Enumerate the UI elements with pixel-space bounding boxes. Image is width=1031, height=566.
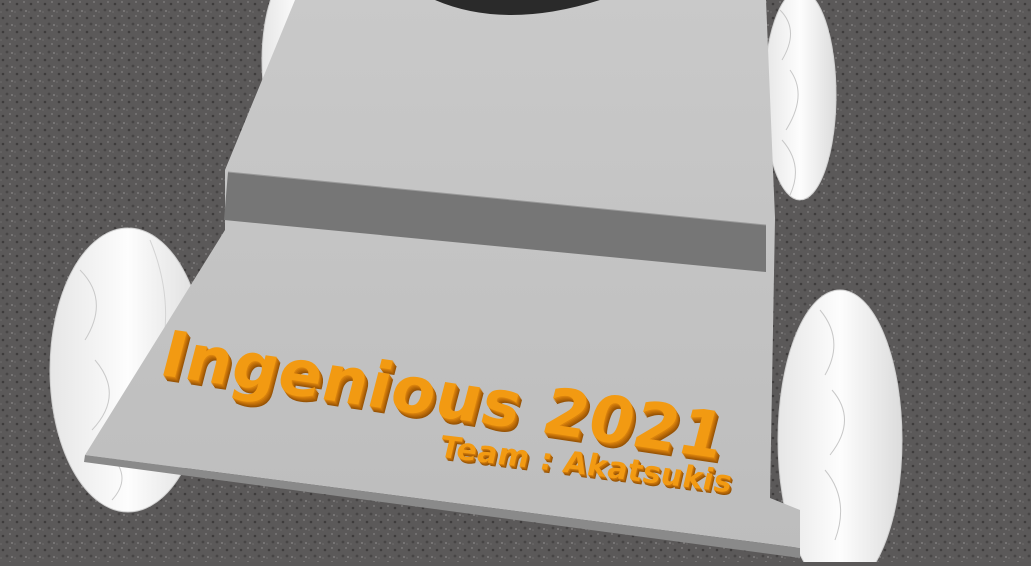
robot-scene: Ingenious 2021 Team : Akatsukis xyxy=(0,0,1031,566)
wheel-rear-right xyxy=(763,0,837,201)
robot-render xyxy=(0,0,1031,566)
